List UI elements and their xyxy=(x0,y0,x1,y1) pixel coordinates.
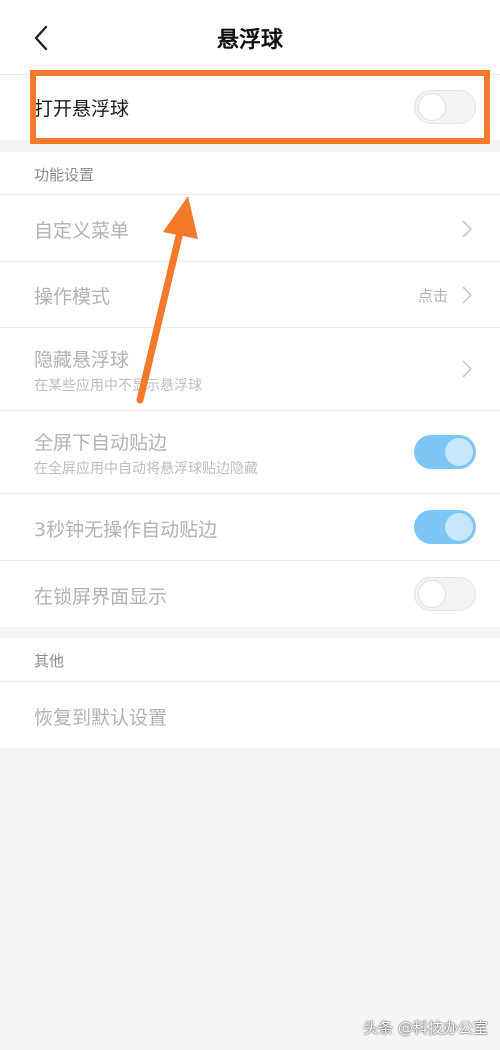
watermark-text: 头条 @科技办公室 xyxy=(363,1019,488,1037)
annotation-arrow-icon xyxy=(136,196,198,404)
